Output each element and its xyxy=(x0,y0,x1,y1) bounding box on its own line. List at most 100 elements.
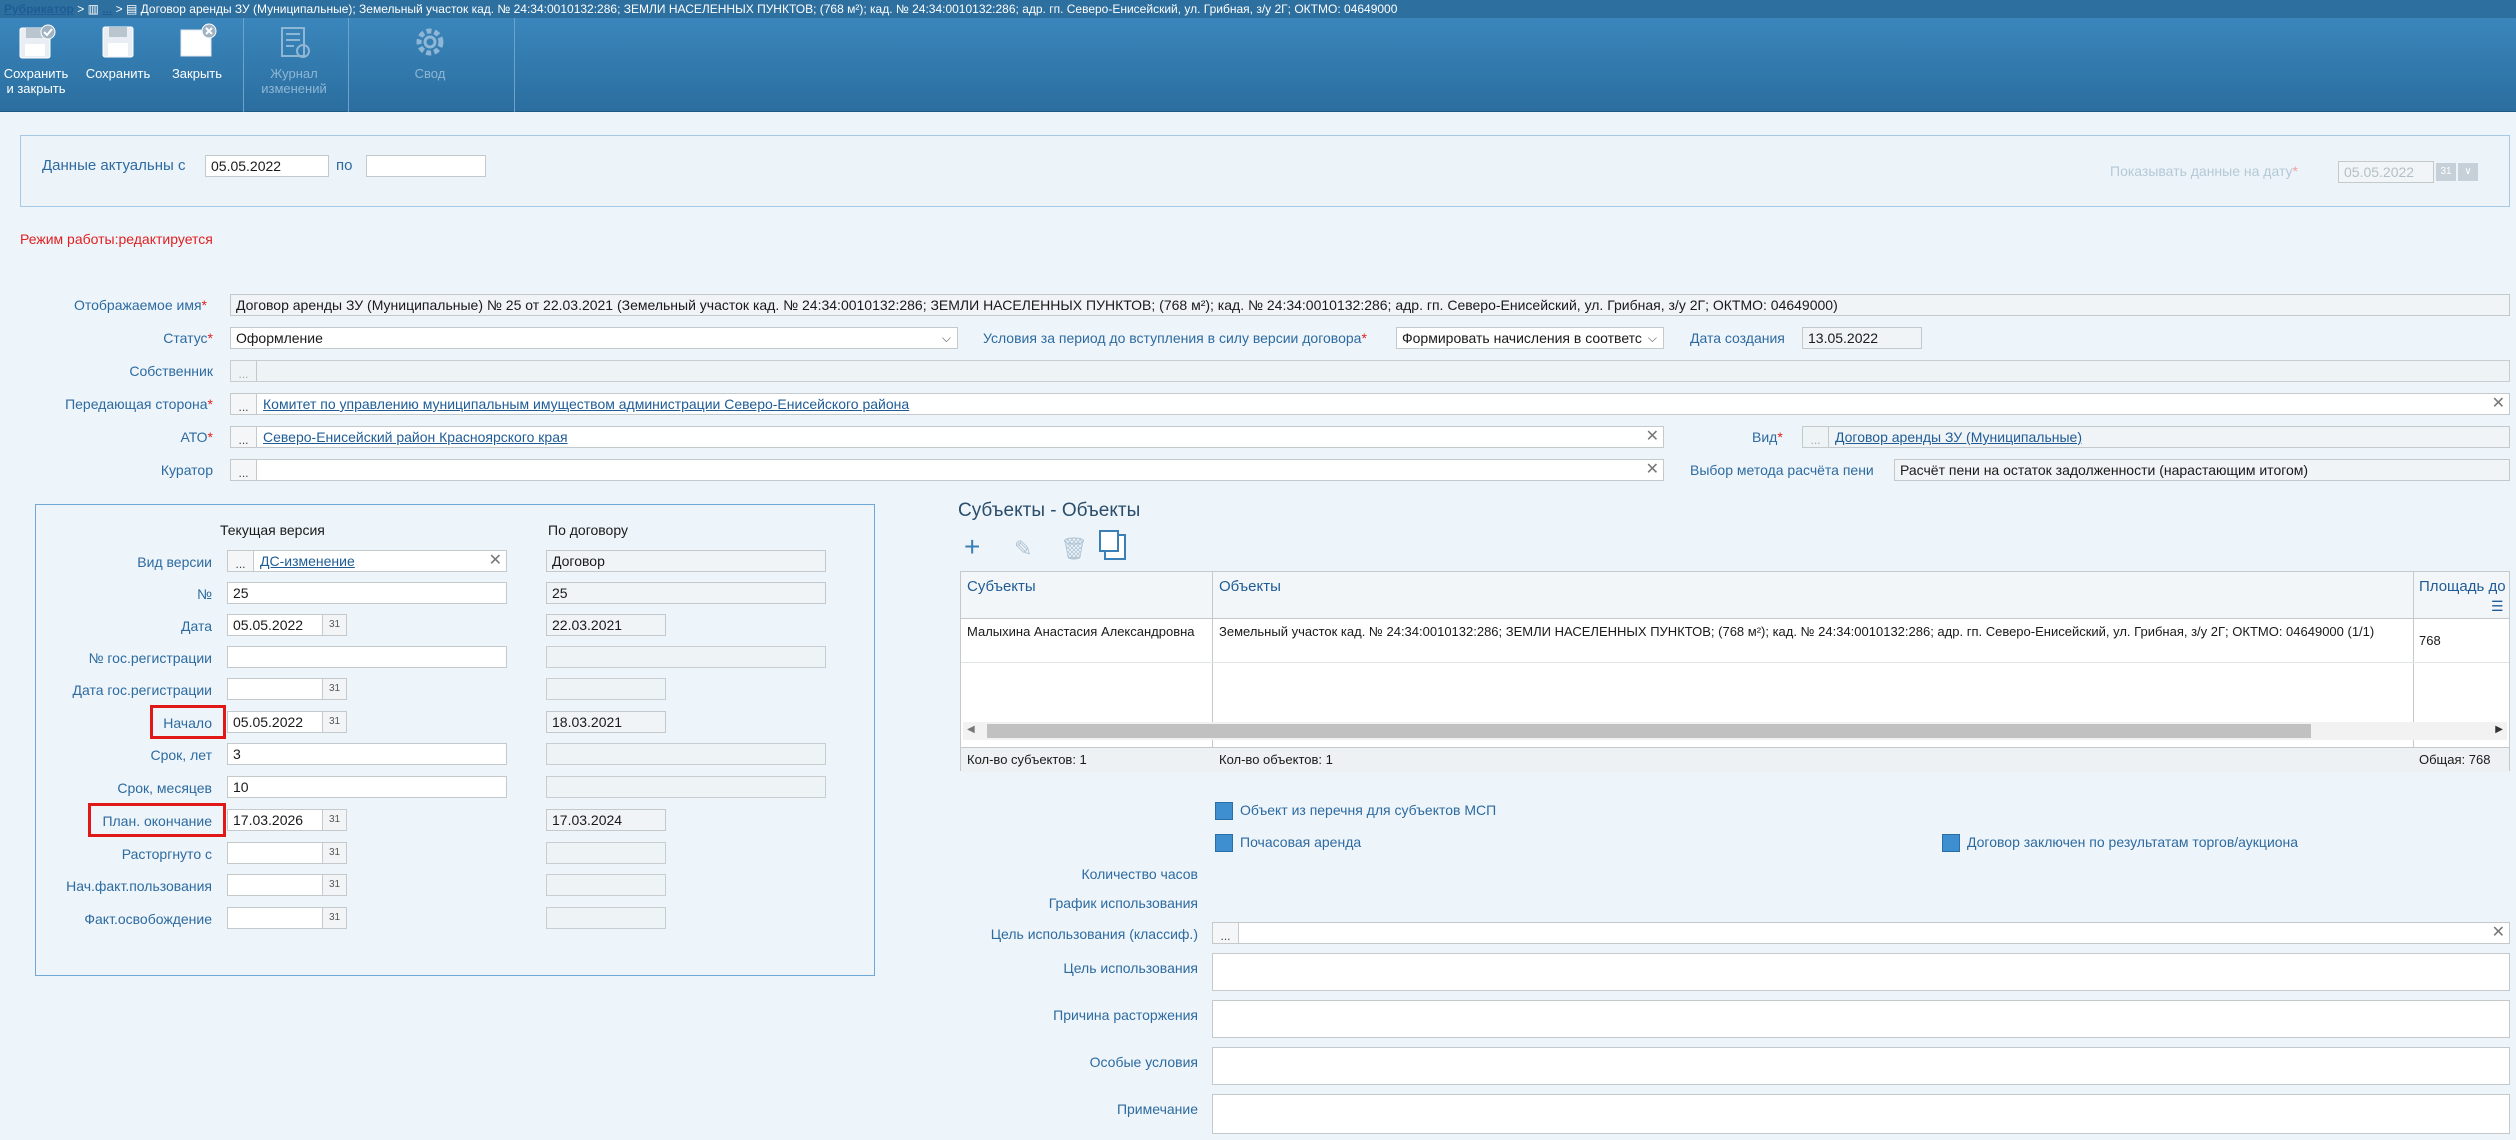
lookup-button[interactable]: ... xyxy=(231,460,257,480)
svod-label: Свод xyxy=(414,66,446,81)
mode-status: Режим работы:редактируется xyxy=(20,231,213,247)
calendar-icon[interactable]: 31 xyxy=(322,843,346,863)
special-conditions-textarea[interactable] xyxy=(1212,1047,2510,1085)
scroll-right-icon[interactable]: ▶ xyxy=(2495,724,2503,735)
kind-link[interactable]: Договор аренды ЗУ (Муниципальные) xyxy=(1835,429,2082,445)
col-header-area[interactable]: Площадь до xyxy=(2419,578,2506,595)
actual-release-input[interactable]: 31 xyxy=(227,907,347,929)
number-label: № xyxy=(196,586,212,602)
row-object: Земельный участок кад. № 24:34:0010132:2… xyxy=(1219,624,2375,639)
date-input[interactable]: 05.05.2022 31 xyxy=(227,614,347,636)
start-input[interactable]: 05.05.2022 31 xyxy=(227,711,347,733)
table-header xyxy=(961,572,2509,619)
calendar-icon[interactable]: 31 xyxy=(322,615,346,635)
col-divider xyxy=(1212,572,1213,772)
status-label: Статус* xyxy=(163,330,213,346)
breadcrumb-document-icon: ▤ xyxy=(125,2,138,16)
lookup-button[interactable]: ... xyxy=(231,427,257,447)
clear-icon[interactable]: ✕ xyxy=(2492,923,2505,943)
calendar-icon[interactable]: 31 xyxy=(322,679,346,699)
edit-icon[interactable]: ✎ xyxy=(1014,536,1032,562)
clear-icon[interactable]: ✕ xyxy=(489,551,502,571)
contract-version-kind: Договор xyxy=(546,550,826,572)
close-button[interactable]: Закрыть xyxy=(166,22,228,81)
msp-checkbox[interactable] xyxy=(1215,802,1233,820)
actual-use-start-input[interactable]: 31 xyxy=(227,874,347,896)
purpose-textarea[interactable] xyxy=(1212,953,2510,991)
delete-icon[interactable]: 🗑 xyxy=(1060,536,1088,562)
auction-checkbox[interactable] xyxy=(1942,834,1960,852)
scroll-left-icon[interactable]: ◀ xyxy=(967,724,975,735)
curator-field[interactable]: ... ✕ xyxy=(230,459,1664,481)
reg-date-label: Дата гос.регистрации xyxy=(72,682,212,698)
change-journal-button[interactable]: Журнал изменений xyxy=(252,22,336,96)
hourly-checkbox[interactable] xyxy=(1215,834,1233,852)
save-close-label-1: Сохранить xyxy=(3,66,69,81)
clear-icon[interactable]: ✕ xyxy=(1646,427,1659,447)
auction-label: Договор заключен по результатам торгов/а… xyxy=(1967,834,2299,850)
column-menu-icon[interactable]: ☰ xyxy=(2491,598,2504,615)
number-input[interactable]: 25 xyxy=(227,582,507,604)
lookup-button: ... xyxy=(231,361,257,381)
col-header-objects[interactable]: Объекты xyxy=(1219,578,1281,595)
transferring-field[interactable]: ... Комитет по управлению муниципальным … xyxy=(230,393,2510,415)
term-years-label: Срок, лет xyxy=(150,747,213,763)
curator-label: Куратор xyxy=(160,462,213,478)
col-header-subjects[interactable]: Субъекты xyxy=(967,578,1036,595)
version-kind-field[interactable]: ... ДС-изменение ✕ xyxy=(227,550,507,572)
ato-field[interactable]: ... Северо-Енисейский район Красноярског… xyxy=(230,426,1664,448)
table-row[interactable]: Малыхина Анастасия Александровна Земельн… xyxy=(961,619,2509,663)
contract-term-years xyxy=(546,743,826,765)
calendar-icon[interactable]: 31 xyxy=(322,810,346,830)
chevron-down-icon: ⌵ xyxy=(941,331,951,345)
lookup-button[interactable]: ... xyxy=(1213,923,1239,943)
scrollbar-thumb[interactable] xyxy=(987,724,2311,738)
calendar-icon[interactable]: 31 xyxy=(322,908,346,928)
breadcrumb-root[interactable]: Рубрикатор xyxy=(4,2,74,16)
transferring-link[interactable]: Комитет по управлению муниципальным имущ… xyxy=(263,396,909,412)
contract-actual-release xyxy=(546,907,666,929)
note-textarea[interactable] xyxy=(1212,1094,2510,1134)
clear-icon[interactable]: ✕ xyxy=(2492,394,2505,414)
subjects-table: Субъекты Объекты Площадь до ☰ Малыхина А… xyxy=(960,571,2510,772)
ato-link[interactable]: Северо-Енисейский район Красноярского кр… xyxy=(263,429,568,445)
show-date-input[interactable]: 05.05.2022 xyxy=(2338,161,2434,183)
reg-date-input[interactable]: 31 xyxy=(227,678,347,700)
svod-button[interactable]: Свод xyxy=(390,22,470,81)
calendar-icon[interactable]: 31 xyxy=(322,875,346,895)
clear-icon[interactable]: ✕ xyxy=(1646,460,1659,480)
add-icon[interactable]: + xyxy=(964,532,980,562)
actual-from-label: Данные актуальны с xyxy=(42,157,186,174)
contract-term-months xyxy=(546,776,826,798)
plan-end-input[interactable]: 17.03.2026 31 xyxy=(227,809,347,831)
gear-icon xyxy=(416,28,444,56)
calendar-icon[interactable]: 31 xyxy=(322,712,346,732)
status-value: Оформление xyxy=(236,330,323,346)
breadcrumb-item[interactable]: ... xyxy=(102,2,112,16)
chevron-down-icon[interactable]: ∨ xyxy=(2458,163,2478,181)
conditions-select[interactable]: Формировать начисления в соответс ⌵ xyxy=(1396,327,1664,349)
status-select[interactable]: Оформление ⌵ xyxy=(230,327,958,349)
table-footer: Кол-во субъектов: 1 Кол-во объектов: 1 О… xyxy=(961,747,2509,772)
actual-to-input[interactable] xyxy=(366,155,486,177)
horizontal-scrollbar[interactable]: ◀ ▶ xyxy=(963,722,2507,740)
hours-label: Количество часов xyxy=(1081,866,1198,882)
term-years-input[interactable]: 3 xyxy=(227,743,507,765)
calendar-icon[interactable]: 31 xyxy=(2436,163,2456,181)
lookup-button[interactable]: ... xyxy=(228,551,254,571)
version-kind-link[interactable]: ДС-изменение xyxy=(260,553,355,569)
created-field: 13.05.2022 xyxy=(1802,327,1922,349)
termination-reason-textarea[interactable] xyxy=(1212,1000,2510,1038)
contract-start: 18.03.2021 xyxy=(546,711,666,733)
save-and-close-button[interactable]: Сохранить и закрыть xyxy=(2,22,70,96)
reg-number-input[interactable] xyxy=(227,646,507,668)
lookup-button[interactable]: ... xyxy=(231,394,257,414)
terminated-input[interactable]: 31 xyxy=(227,842,347,864)
schedule-label: График использования xyxy=(1048,895,1198,911)
term-months-input[interactable]: 10 xyxy=(227,776,507,798)
purpose-class-field[interactable]: ... ✕ xyxy=(1212,922,2510,944)
actual-from-input[interactable]: 05.05.2022 xyxy=(205,155,329,177)
conditions-label: Условия за период до вступления в силу в… xyxy=(983,330,1367,346)
save-button[interactable]: Сохранить xyxy=(82,22,154,81)
copy-icon[interactable] xyxy=(1099,530,1126,560)
